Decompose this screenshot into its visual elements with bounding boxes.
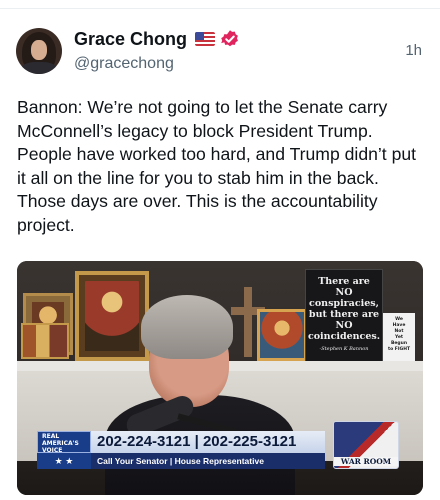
channel-logo: REAL AMERICA'S VOICE (37, 431, 91, 454)
speaker-hair (141, 295, 233, 359)
star-icon: ★ ★ (37, 453, 91, 469)
quote-sign: There are NO conspiracies, but there are… (305, 269, 383, 363)
quote-line: but there are (308, 309, 380, 320)
quote-author: -Stephen K Bannon (319, 346, 369, 352)
channel-logo-line: AMERICA'S (42, 440, 79, 447)
channel-logo-line: REAL (42, 433, 60, 440)
quote-line: coincidences. (307, 331, 381, 342)
quote-line: conspiracies, (309, 298, 379, 309)
post-media-video[interactable]: There are NO conspiracies, but there are… (17, 261, 423, 495)
us-flag-icon (195, 32, 216, 46)
war-room-logo: WAR ROOM (333, 421, 399, 469)
fight-sign: We Have Not Yet Begun to FIGHT (383, 313, 415, 361)
call-your-senator-text: Call Your Senator | House Representative (91, 453, 325, 469)
avatar-face (31, 40, 47, 60)
small-icons-group (21, 323, 69, 359)
fight-line: to FIGHT (387, 347, 411, 352)
author-display-name[interactable]: Grace Chong (74, 29, 187, 50)
quote-line: NO (335, 287, 353, 298)
avatar[interactable] (16, 28, 62, 74)
verified-icon (221, 30, 238, 47)
phone-numbers: 202-224-3121 | 202-225-3121 (91, 431, 325, 453)
author-handle[interactable]: @gracechong (74, 55, 174, 73)
war-room-logo-label: WAR ROOM (334, 457, 398, 466)
avatar-body (20, 62, 58, 74)
post-timestamp[interactable]: 1h (405, 42, 422, 59)
lower-third-banner: REAL AMERICA'S VOICE 202-224-3121 | 202-… (37, 431, 325, 469)
post[interactable]: Grace Chong @gracechong 1h Bannon: We’re… (0, 0, 440, 500)
quote-line: NO (335, 320, 353, 331)
post-text: Bannon: We’re not going to let the Senat… (17, 97, 417, 235)
quote-line: There are (318, 276, 370, 287)
author-name-row: Grace Chong (74, 27, 240, 51)
